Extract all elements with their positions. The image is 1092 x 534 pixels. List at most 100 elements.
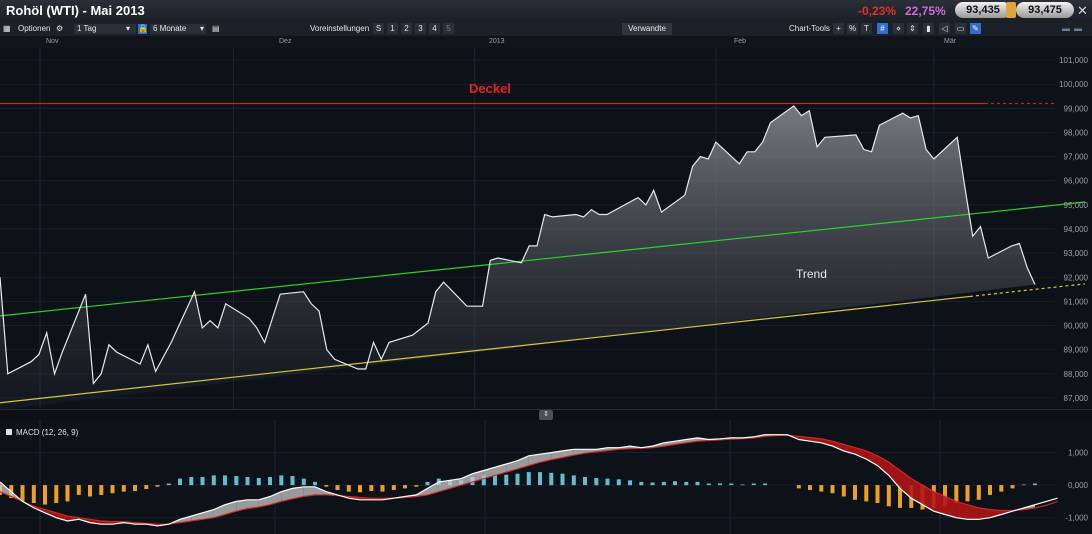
percent-icon[interactable]: % (847, 23, 858, 34)
ask-price[interactable]: 93,475 (1016, 2, 1074, 18)
macd-histogram-bar (245, 477, 250, 486)
macd-histogram-bar (358, 485, 362, 493)
macd-histogram-bar (324, 485, 329, 487)
macd-histogram-bar (88, 485, 92, 497)
y-tick-label: 98,000 (1064, 128, 1089, 137)
macd-histogram-bar (628, 480, 632, 486)
optionen-button[interactable]: Optionen (18, 24, 50, 34)
macd-histogram-bar (965, 485, 970, 502)
macd-histogram-bar (380, 485, 385, 492)
macd-histogram-bar (864, 485, 869, 502)
macd-histogram-bar (819, 485, 824, 492)
price-chart[interactable]: 87,000 88,000 89,000 90,000 91,000 92,000 93,0… (0, 48, 1092, 410)
macd-histogram-bar (54, 485, 59, 503)
time-label-maer: Mär (944, 38, 957, 45)
panel-resize-handle[interactable]: ⇕ (539, 410, 553, 420)
macd-histogram-bar (830, 485, 835, 494)
macd-histogram-bar (403, 485, 407, 489)
range-select[interactable]: 6 Monate (150, 24, 206, 34)
eraser-icon[interactable]: ◁ (939, 23, 950, 34)
draw-tool-icon[interactable]: ✎ (970, 23, 981, 34)
grid-toggle-icon[interactable]: # (877, 23, 888, 34)
y-tick-label: 96,000 (1064, 177, 1089, 186)
candle-icon[interactable]: ⋄ (893, 23, 904, 34)
macd-histogram-bar (346, 485, 351, 492)
page-title: Rohöl (WTI) - Mai 2013 (6, 3, 145, 18)
crosshair-icon[interactable]: ⇕ (907, 23, 918, 34)
macd-histogram-bar (706, 483, 711, 486)
calendar-icon[interactable]: ▤ (212, 24, 220, 34)
macd-histogram-bar (301, 478, 306, 486)
macd-chart[interactable]: -1,000 0,000 1,000 (0, 420, 1092, 534)
macd-histogram-bar (515, 473, 520, 486)
macd-histogram-bar (560, 473, 565, 486)
window-maximize-icon[interactable]: ▬ (1074, 24, 1082, 34)
macd-legend-label: MACD (12, 26, 9) (16, 428, 79, 437)
lock-icon[interactable]: 🔒 (138, 24, 148, 34)
annotation-deckel: Deckel (469, 81, 511, 96)
y-tick-label: 1,000 (1068, 449, 1089, 458)
macd-histogram-bar (200, 477, 205, 486)
macd-histogram-bar (808, 485, 812, 490)
macd-histogram-bar (110, 485, 115, 494)
add-indicator-icon[interactable]: + (833, 23, 844, 34)
time-label-2013: 2013 (489, 38, 505, 45)
macd-histogram-bar (751, 483, 756, 486)
y-tick-label: 100,000 (1059, 80, 1088, 89)
bid-price[interactable]: 93,435 (955, 2, 1011, 18)
time-label-nov: Nov (46, 38, 59, 45)
macd-legend: MACD (12, 26, 9) (6, 428, 78, 437)
macd-histogram-bar (1021, 484, 1026, 486)
macd-histogram-bar (414, 485, 419, 487)
macd-histogram-bar (988, 485, 992, 495)
bar-chart-icon[interactable]: ▮ (923, 23, 934, 34)
y-tick-label: 90,000 (1064, 322, 1089, 331)
y-tick-label: 97,000 (1064, 153, 1089, 162)
macd-histogram-bar (583, 477, 587, 486)
settings-gear-icon[interactable]: ⚙ (56, 24, 63, 34)
title-bar: Rohöl (WTI) - Mai 2013 -0,23% 22,75% 93,… (0, 0, 1092, 22)
legend-swatch (6, 429, 12, 435)
verwandte-button[interactable]: Verwandte (622, 23, 672, 35)
y-tick-label: 91,000 (1064, 297, 1089, 306)
preset-s-button[interactable]: S (373, 23, 384, 34)
macd-histogram-bar (313, 481, 317, 486)
macd-histogram-bar (976, 485, 981, 500)
macd-histogram-bar (155, 485, 160, 487)
close-icon[interactable]: ✕ (1077, 3, 1088, 19)
y-tick-label: 88,000 (1064, 370, 1089, 379)
macd-histogram-bar (189, 477, 194, 486)
preset-3-button[interactable]: 3 (415, 23, 426, 34)
time-label-dez: Dez (279, 38, 292, 45)
macd-histogram-bar (369, 485, 374, 491)
grid-icon[interactable]: ▦ (3, 24, 11, 34)
y-tick-label: 87,000 (1064, 394, 1089, 403)
macd-histogram-bar (673, 481, 677, 486)
macd-histogram-bar (425, 481, 430, 486)
y-tick-label: 99,000 (1064, 104, 1089, 113)
macd-histogram-bar (504, 474, 509, 486)
preset-5-button[interactable]: 5 (443, 23, 454, 34)
time-label-feb: Feb (734, 38, 747, 45)
text-tool-icon[interactable]: T (861, 23, 872, 34)
y-tick-label: 94,000 (1064, 225, 1089, 234)
preset-4-button[interactable]: 4 (429, 23, 440, 34)
preset-2-button[interactable]: 2 (401, 23, 412, 34)
macd-histogram-bar (526, 472, 531, 486)
interval-value: 1 Tag (77, 24, 97, 33)
macd-histogram-bar (43, 485, 47, 505)
change-absolute: -0,23% (858, 4, 897, 18)
y-tick-label: 101,000 (1059, 56, 1088, 65)
macd-histogram-bar (740, 484, 745, 486)
preset-1-button[interactable]: 1 (387, 23, 398, 34)
macd-histogram-bar (605, 478, 610, 486)
window-minimize-icon[interactable]: ▬ (1062, 24, 1070, 34)
print-icon[interactable]: ▭ (955, 23, 966, 34)
macd-histogram-bar (650, 482, 655, 486)
macd-histogram-bar (875, 485, 880, 503)
macd-histogram-bar (616, 479, 621, 486)
chevron-down-icon[interactable]: ▾ (126, 24, 130, 34)
macd-histogram-bar (1010, 485, 1015, 489)
range-value: 6 Monate (153, 24, 187, 33)
chevron-down-icon[interactable]: ▾ (200, 24, 204, 34)
